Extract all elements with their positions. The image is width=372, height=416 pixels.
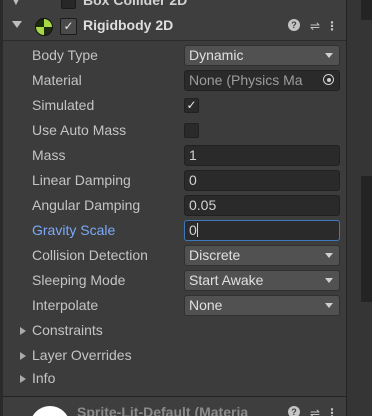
material-row: Material None (Physics Ma — [3, 69, 346, 93]
object-picker-icon[interactable] — [319, 71, 339, 90]
foldout-label: Info — [32, 370, 56, 386]
linear-damping-label: Linear Damping — [32, 172, 131, 188]
sleeping-mode-dropdown[interactable]: Start Awake — [184, 270, 340, 291]
linear-damping-row: Linear Damping 0 — [3, 169, 346, 193]
component-enable-checkbox[interactable]: ✓ — [60, 18, 77, 35]
foldout-arrow-icon[interactable] — [12, 21, 22, 28]
constraints-foldout[interactable]: Constraints — [3, 319, 346, 343]
material-component-header[interactable]: Sprite-Lit-Default (Materia ? ⇌ ⋮ — [3, 397, 346, 416]
collision-detection-row: Collision Detection Discrete — [3, 244, 346, 268]
angular-damping-label: Angular Damping — [32, 197, 141, 213]
gravity-scale-label: Gravity Scale — [32, 222, 116, 238]
gravity-scale-row: Gravity Scale 0 — [3, 219, 346, 243]
kebab-menu-icon[interactable]: ⋮ — [325, 405, 339, 416]
dropdown-value: Dynamic — [189, 47, 244, 63]
collision-detection-label: Collision Detection — [32, 247, 148, 263]
mass-label: Mass — [32, 147, 66, 163]
component-title: Rigidbody 2D — [83, 17, 174, 33]
dropdown-value: None — [189, 297, 223, 313]
linear-damping-input[interactable]: 0 — [184, 170, 340, 191]
use-auto-mass-row: Use Auto Mass — [3, 119, 346, 143]
chevron-right-icon[interactable] — [20, 375, 26, 383]
inspector-panel: ▼ Box Collider 2D ✓ Rigidbody 2D ? ⇌ ⋮ B… — [0, 0, 372, 416]
use-auto-mass-checkbox[interactable] — [184, 123, 199, 138]
body-type-row: Body Type Dynamic — [3, 44, 346, 68]
info-foldout[interactable]: Info — [3, 367, 346, 391]
sleeping-mode-label: Sleeping Mode — [32, 272, 126, 288]
scrollbar-area[interactable] — [346, 0, 372, 416]
dropdown-arrow-icon — [325, 278, 333, 283]
component-enable-checkbox[interactable] — [61, 0, 76, 9]
chevron-right-icon[interactable] — [20, 327, 26, 335]
dropdown-arrow-icon — [325, 303, 333, 308]
kebab-menu-icon[interactable]: ⋮ — [325, 18, 339, 34]
mass-row: Mass 1 — [3, 144, 346, 168]
rigidbody2d-icon — [35, 18, 53, 36]
interpolate-dropdown[interactable]: None — [184, 295, 340, 316]
scrollbar-thumb[interactable] — [361, 176, 372, 302]
help-icon[interactable]: ? — [288, 19, 300, 31]
chevron-right-icon[interactable] — [20, 352, 26, 360]
rigidbody-2d-header[interactable]: ✓ Rigidbody 2D ? ⇌ ⋮ — [3, 12, 346, 41]
body-type-dropdown[interactable]: Dynamic — [184, 45, 340, 66]
dropdown-arrow-icon — [325, 253, 333, 258]
material-preview-icon — [30, 406, 70, 416]
interpolate-label: Interpolate — [32, 297, 99, 313]
mass-input[interactable]: 1 — [184, 145, 340, 166]
input-value: 0 — [189, 222, 197, 238]
gravity-scale-input[interactable]: 0 — [184, 220, 340, 241]
collision-detection-dropdown[interactable]: Discrete — [184, 245, 340, 266]
simulated-row: Simulated ✓ — [3, 94, 346, 118]
simulated-label: Simulated — [32, 97, 95, 113]
simulated-checkbox[interactable]: ✓ — [184, 98, 199, 113]
layer-overrides-foldout[interactable]: Layer Overrides — [3, 344, 346, 368]
foldout-label: Constraints — [32, 322, 103, 338]
dropdown-value: Discrete — [189, 247, 241, 263]
scrollbar-track — [361, 0, 372, 20]
dropdown-value: Start Awake — [189, 272, 264, 288]
text-caret — [196, 223, 198, 237]
foldout-label: Layer Overrides — [32, 347, 132, 363]
component-title: Sprite-Lit-Default (Materia — [77, 404, 249, 416]
component-title: Box Collider 2D — [83, 0, 188, 8]
sleeping-mode-row: Sleeping Mode Start Awake — [3, 269, 346, 293]
material-label: Material — [32, 72, 82, 88]
preset-icon[interactable]: ⇌ — [308, 405, 322, 416]
dropdown-arrow-icon — [325, 53, 333, 58]
material-object-field[interactable]: None (Physics Ma — [184, 70, 340, 91]
interpolate-row: Interpolate None — [3, 294, 346, 318]
help-icon[interactable]: ? — [288, 406, 300, 416]
use-auto-mass-label: Use Auto Mass — [32, 122, 127, 138]
foldout-arrow-icon[interactable]: ▼ — [11, 0, 21, 8]
angular-damping-row: Angular Damping 0.05 — [3, 194, 346, 218]
body-type-label: Body Type — [32, 47, 98, 63]
object-field-value: None (Physics Ma — [189, 72, 303, 88]
preset-icon[interactable]: ⇌ — [308, 18, 322, 34]
angular-damping-input[interactable]: 0.05 — [184, 195, 340, 216]
